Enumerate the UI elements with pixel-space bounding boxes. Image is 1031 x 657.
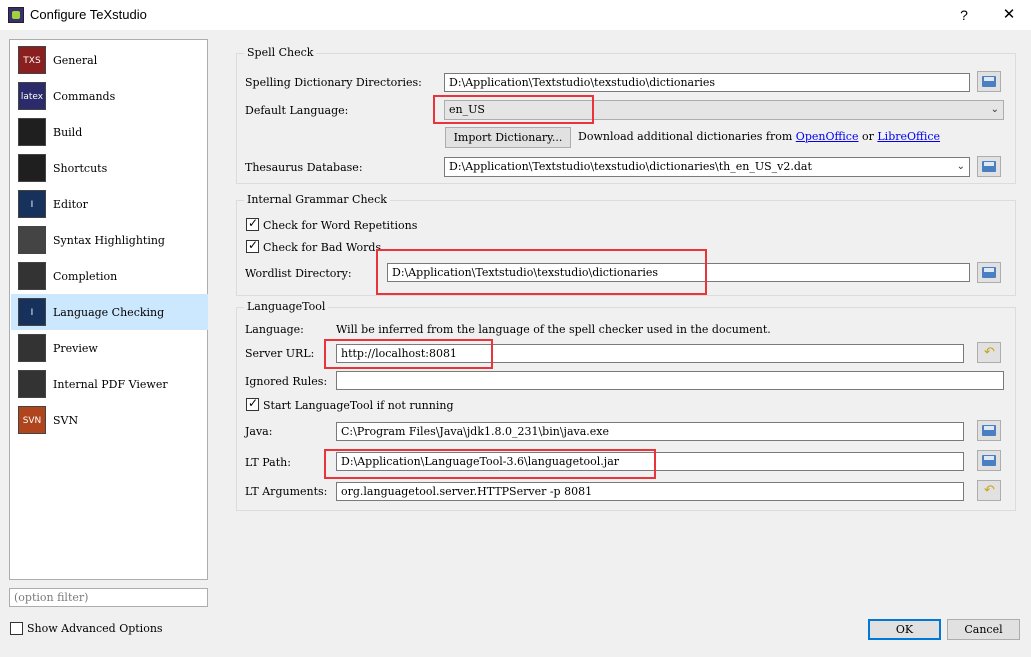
start-languagetool-label: Start LanguageTool if not running [263, 399, 454, 412]
grammar-check-title: Internal Grammar Check [244, 193, 390, 206]
window-title: Configure TeXstudio [30, 7, 147, 22]
keyboard-icon [18, 154, 46, 182]
browse-file-icon [982, 425, 996, 436]
browse-lt-path-button[interactable] [977, 450, 1001, 471]
default-language-value: en_US [449, 103, 485, 116]
bad-words-label: Check for Bad Words [263, 241, 382, 254]
undo-icon: ↶ [984, 483, 995, 498]
build-icon [18, 118, 46, 146]
svn-icon: SVN [18, 406, 46, 434]
sidebar-item-label: Completion [53, 270, 118, 283]
sidebar-item-label: Build [53, 126, 83, 139]
spell-check-title: Spell Check [244, 46, 317, 59]
preview-icon [18, 334, 46, 362]
browse-file-icon [982, 161, 996, 172]
download-text: Download additional dictionaries from [578, 130, 793, 143]
thesaurus-label: Thesaurus Database: [245, 161, 363, 174]
ignored-rules-input[interactable] [336, 371, 1004, 390]
reset-server-url-button[interactable]: ↶ [977, 342, 1001, 363]
ok-button[interactable]: OK [868, 619, 941, 640]
txs-icon: TXS [18, 46, 46, 74]
language-icon: I [18, 298, 46, 326]
sidebar-item-general[interactable]: TXS General [11, 42, 208, 78]
default-language-label: Default Language: [245, 104, 349, 117]
sidebar: TXS General latex Commands Build Shortcuts I Ed… [9, 39, 208, 580]
browse-java-button[interactable] [977, 420, 1001, 441]
openoffice-link[interactable]: OpenOffice [796, 130, 859, 143]
browse-file-icon [982, 455, 996, 466]
import-dictionary-button[interactable]: Import Dictionary... [445, 127, 571, 148]
lt-language-text: Will be inferred from the language of th… [336, 323, 771, 336]
app-icon [8, 7, 24, 23]
sidebar-item-label: Syntax Highlighting [53, 234, 165, 247]
close-button[interactable]: ✕ [995, 4, 1023, 26]
sidebar-item-label: Editor [53, 198, 88, 211]
thesaurus-value: D:\Application\Textstudio\texstudio\dict… [449, 160, 812, 173]
sidebar-item-syntax-highlighting[interactable]: Syntax Highlighting [11, 222, 208, 258]
title-bar [0, 0, 1031, 30]
sidebar-item-completion[interactable]: Completion [11, 258, 208, 294]
libreoffice-link[interactable]: LibreOffice [877, 130, 940, 143]
sidebar-item-internal-pdf-viewer[interactable]: Internal PDF Viewer [11, 366, 208, 402]
show-advanced-checkbox[interactable] [10, 622, 23, 635]
option-filter-input[interactable] [9, 588, 208, 607]
browse-dictionary-button[interactable] [977, 71, 1001, 92]
browse-thesaurus-button[interactable] [977, 156, 1001, 177]
sidebar-item-editor[interactable]: I Editor [11, 186, 208, 222]
chevron-down-icon: ⌄ [990, 104, 999, 115]
completion-icon [18, 262, 46, 290]
default-language-select[interactable]: en_US ⌄ [444, 100, 1004, 120]
download-dictionaries-text: Download additional dictionaries from Op… [578, 130, 940, 143]
sidebar-item-label: Language Checking [53, 306, 165, 319]
ignored-rules-label: Ignored Rules: [245, 375, 328, 388]
sidebar-item-label: Commands [53, 90, 116, 103]
word-repetitions-checkbox[interactable] [246, 216, 259, 231]
pdf-icon [18, 370, 46, 398]
browse-wordlist-button[interactable] [977, 262, 1001, 283]
java-label: Java: [245, 425, 273, 438]
start-languagetool-checkbox[interactable] [246, 396, 259, 411]
sidebar-item-preview[interactable]: Preview [11, 330, 208, 366]
browse-folder-icon [982, 267, 996, 278]
sidebar-item-build[interactable]: Build [11, 114, 208, 150]
sidebar-item-label: Shortcuts [53, 162, 108, 175]
dictionary-dirs-label: Spelling Dictionary Directories: [245, 76, 422, 89]
lt-path-input[interactable]: D:\Application\LanguageTool-3.6\language… [336, 452, 964, 471]
syntax-icon [18, 226, 46, 254]
lt-language-label: Language: [245, 323, 304, 336]
sidebar-item-commands[interactable]: latex Commands [11, 78, 208, 114]
sidebar-item-language-checking[interactable]: I Language Checking [11, 294, 208, 330]
browse-folder-icon [982, 76, 996, 87]
word-repetitions-label: Check for Word Repetitions [263, 219, 418, 232]
or-text: or [861, 130, 874, 143]
editor-icon: I [18, 190, 46, 218]
chevron-down-icon: ⌄ [956, 161, 965, 172]
thesaurus-select[interactable]: D:\Application\Textstudio\texstudio\dict… [444, 157, 970, 177]
sidebar-item-label: Preview [53, 342, 98, 355]
sidebar-item-svn[interactable]: SVN SVN [11, 402, 208, 438]
sidebar-item-shortcuts[interactable]: Shortcuts [11, 150, 208, 186]
java-path-input[interactable]: C:\Program Files\Java\jdk1.8.0_231\bin\j… [336, 422, 964, 441]
wordlist-dir-label: Wordlist Directory: [245, 267, 352, 280]
wordlist-dir-input[interactable]: D:\Application\Textstudio\texstudio\dict… [387, 263, 970, 282]
dictionary-dirs-input[interactable]: D:\Application\Textstudio\texstudio\dict… [444, 73, 970, 92]
lt-path-label: LT Path: [245, 456, 291, 469]
latex-icon: latex [18, 82, 46, 110]
lt-arguments-input[interactable]: org.languagetool.server.HTTPServer -p 80… [336, 482, 964, 501]
lt-arguments-label: LT Arguments: [245, 485, 328, 498]
languagetool-title: LanguageTool [244, 300, 329, 313]
cancel-button[interactable]: Cancel [947, 619, 1020, 640]
server-url-label: Server URL: [245, 347, 315, 360]
bad-words-checkbox[interactable] [246, 238, 259, 253]
sidebar-item-label: General [53, 54, 98, 67]
help-button[interactable]: ? [952, 4, 976, 26]
sidebar-item-label: Internal PDF Viewer [53, 378, 168, 391]
undo-icon: ↶ [984, 345, 995, 360]
reset-lt-arguments-button[interactable]: ↶ [977, 480, 1001, 501]
sidebar-item-label: SVN [53, 414, 79, 427]
show-advanced-label: Show Advanced Options [27, 622, 163, 635]
server-url-input[interactable]: http://localhost:8081 [336, 344, 964, 363]
